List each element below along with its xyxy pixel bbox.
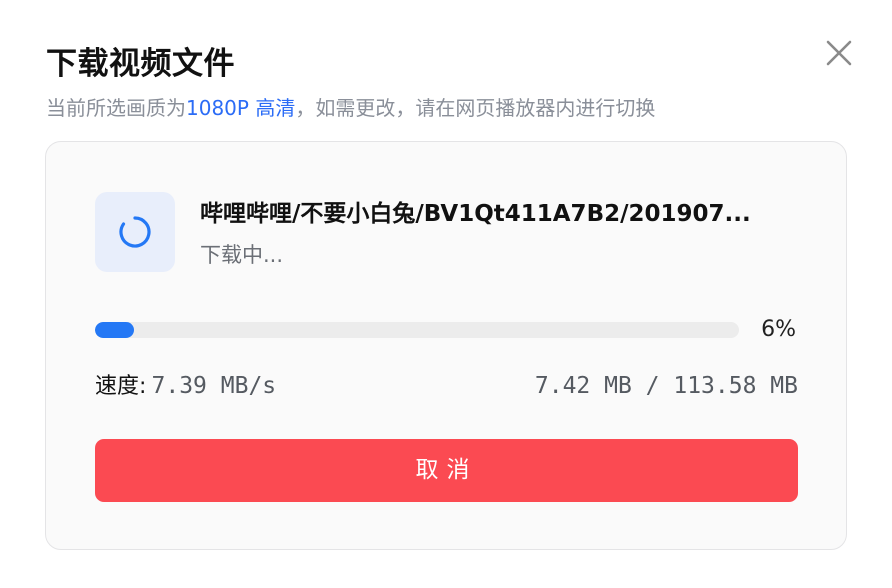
download-status: 下载中... <box>200 243 284 267</box>
download-dialog: 下载视频文件 当前所选画质为1080P 高清，如需更改，请在网页播放器内进行切换… <box>0 0 892 588</box>
close-button[interactable] <box>820 34 858 72</box>
loading-spinner-icon <box>119 216 151 248</box>
progress-fill <box>95 322 134 338</box>
speed-label: 速度: <box>95 374 147 399</box>
size-progress: 7.42 MB / 113.58 MB <box>534 373 798 399</box>
file-status-icon-box <box>95 192 175 272</box>
close-icon <box>826 40 852 66</box>
file-name: 哔哩哔哩/不要小白兔/BV1Qt411A7B2/201907... <box>200 201 751 227</box>
subtitle-prefix: 当前所选画质为 <box>46 96 186 120</box>
cancel-button[interactable]: 取消 <box>95 439 798 502</box>
progress-percent: 6% <box>761 317 796 342</box>
download-stats: 速度: 7.39 MB/s 7.42 MB / 113.58 MB <box>95 370 798 402</box>
speed-value: 7.39 MB/s <box>151 373 277 399</box>
dialog-subtitle: 当前所选画质为1080P 高清，如需更改，请在网页播放器内进行切换 <box>46 94 655 122</box>
subtitle-suffix: ，如需更改，请在网页播放器内进行切换 <box>295 96 656 120</box>
download-card: 哔哩哔哩/不要小白兔/BV1Qt411A7B2/201907... 下载中...… <box>45 141 847 550</box>
progress-bar <box>95 322 739 338</box>
selected-quality: 1080P 高清 <box>186 96 296 120</box>
dialog-title: 下载视频文件 <box>46 46 235 82</box>
